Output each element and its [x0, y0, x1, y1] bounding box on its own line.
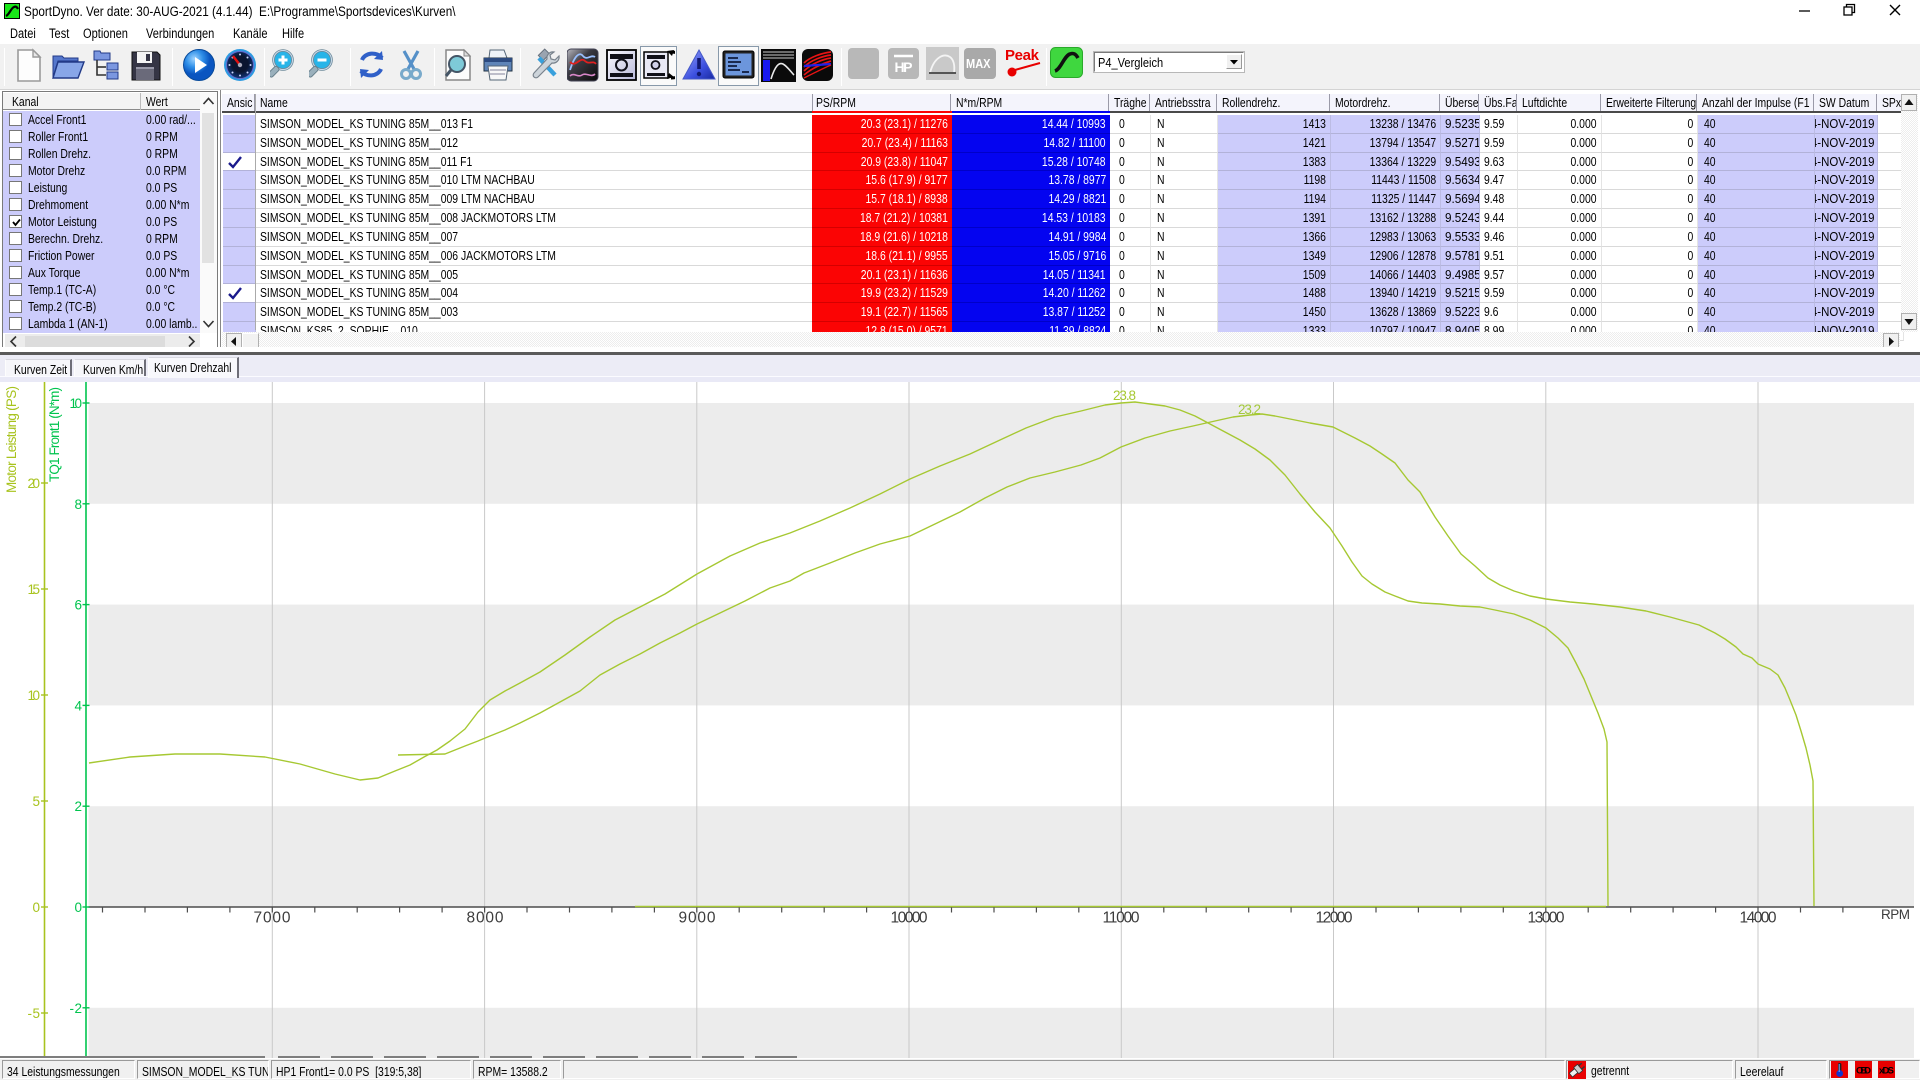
svg-text:-5: -5	[28, 1006, 41, 1021]
svg-text:TQ1 Front1 (N*m): TQ1 Front1 (N*m)	[47, 387, 62, 482]
svg-text:4: 4	[74, 698, 82, 713]
svg-text:0: 0	[74, 900, 82, 915]
svg-text:8000: 8000	[467, 910, 504, 927]
svg-text:OBD: OBD	[1856, 1066, 1871, 1077]
svg-text:11000: 11000	[1103, 910, 1140, 927]
svg-text:10: 10	[28, 688, 41, 703]
svg-text:RPM: RPM	[1881, 907, 1910, 922]
svg-text:10000: 10000	[891, 910, 928, 927]
svg-text:Peak: Peak	[1005, 47, 1040, 64]
svg-text:0: 0	[32, 900, 40, 915]
svg-text:6: 6	[74, 598, 82, 613]
svg-text:15: 15	[28, 582, 41, 597]
svg-text:12000: 12000	[1316, 910, 1353, 927]
svg-text:13000: 13000	[1528, 910, 1565, 927]
svg-text:8: 8	[74, 497, 82, 512]
svg-text:5: 5	[32, 794, 40, 809]
svg-text:2: 2	[74, 799, 82, 814]
svg-text:14000: 14000	[1740, 910, 1777, 927]
svg-text:-2: -2	[70, 1001, 83, 1016]
svg-text:7000: 7000	[254, 910, 291, 927]
svg-text:10: 10	[70, 396, 83, 411]
svg-text:HP: HP	[895, 59, 913, 75]
svg-text:Motor Leistung (PS): Motor Leistung (PS)	[4, 386, 19, 493]
svg-text:23.8: 23.8	[1113, 388, 1136, 403]
svg-text:23.2: 23.2	[1238, 402, 1261, 417]
svg-text:20: 20	[28, 476, 41, 491]
svg-text:xDS: xDS	[1879, 1066, 1894, 1077]
svg-text:9000: 9000	[679, 910, 716, 927]
